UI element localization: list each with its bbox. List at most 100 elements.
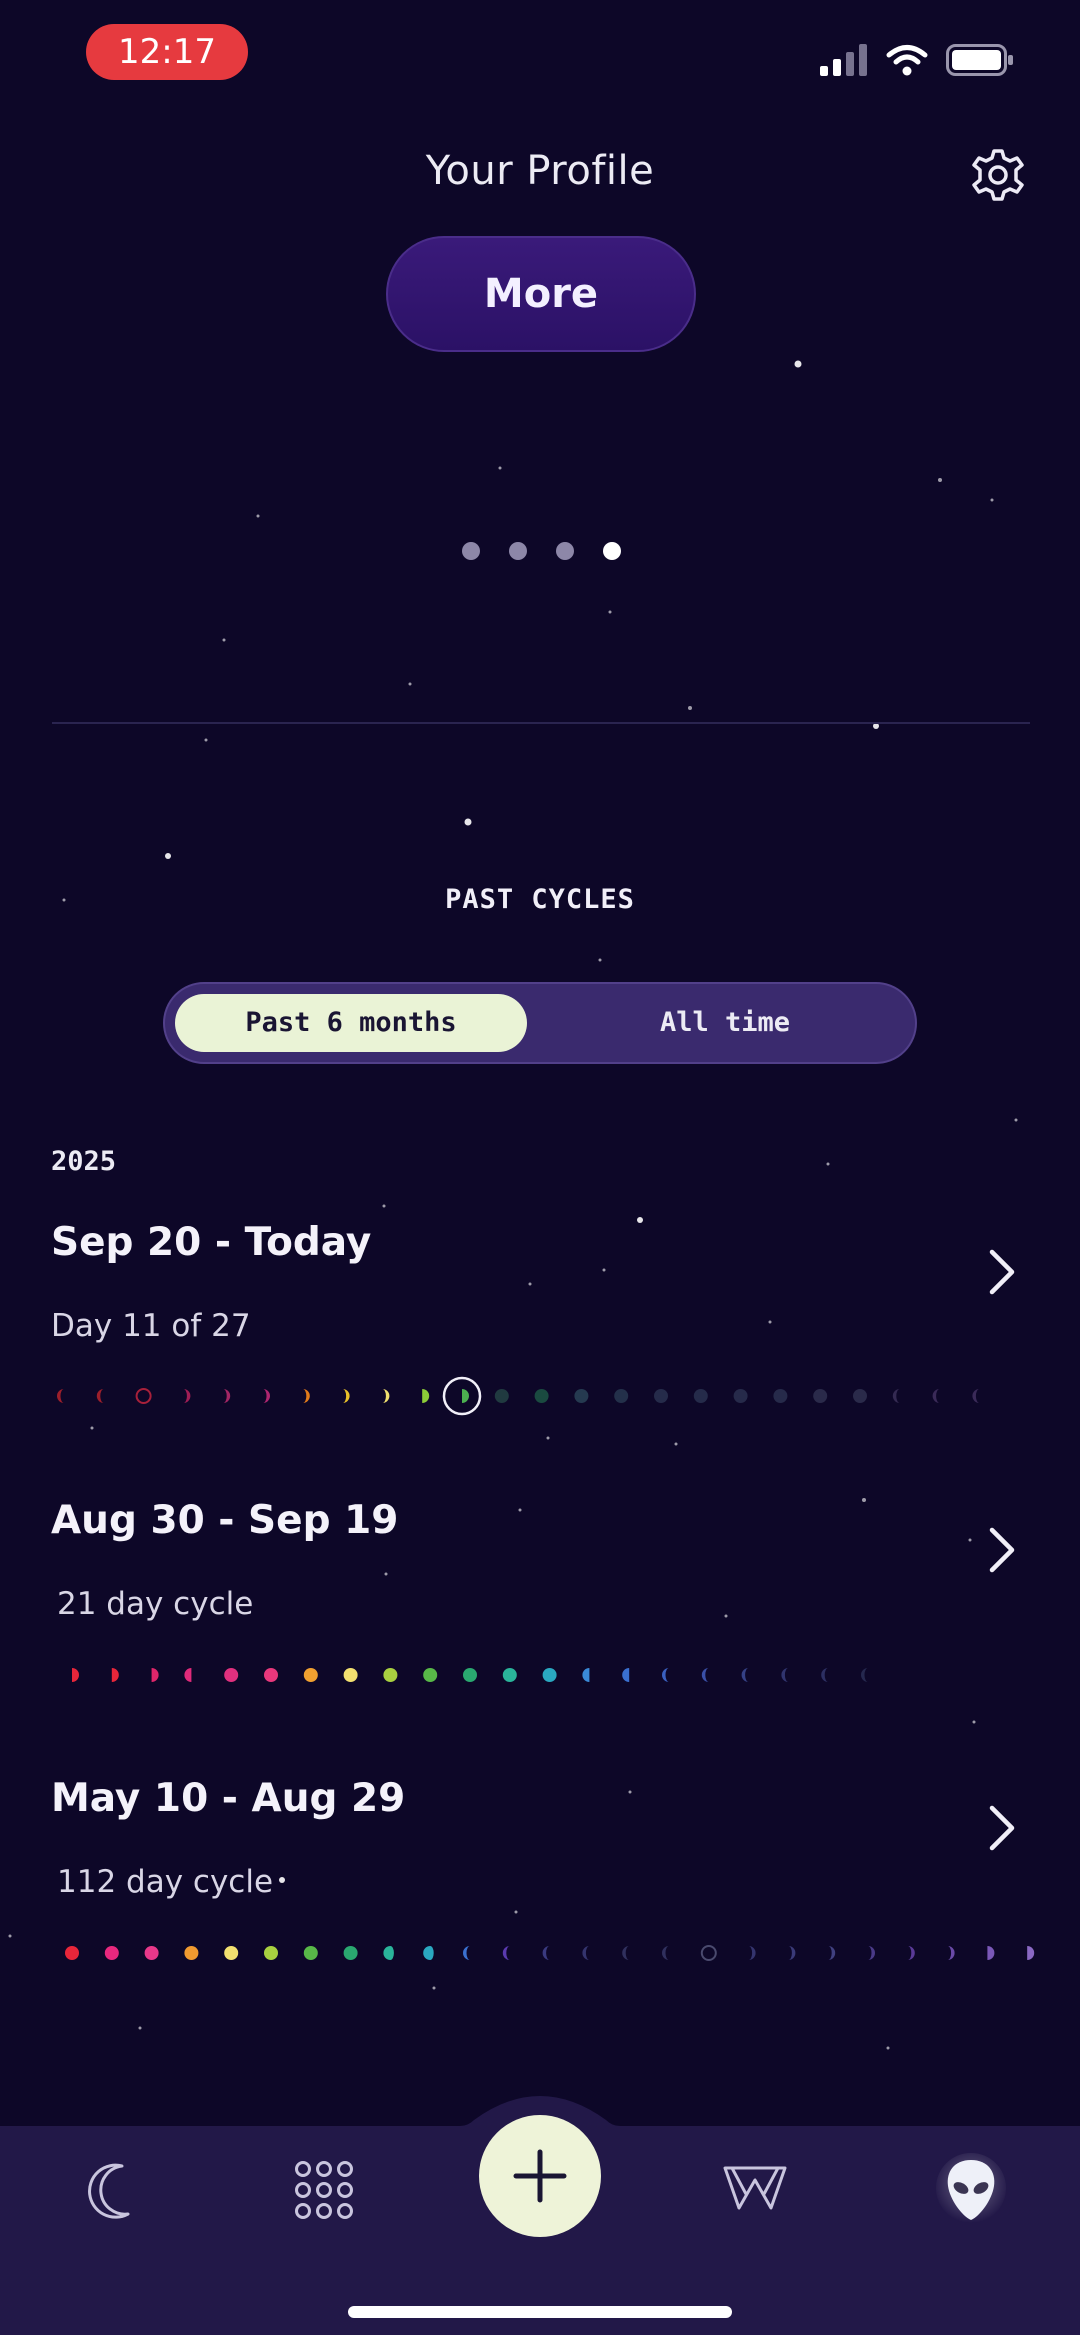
moon-phase-mark xyxy=(72,1668,79,1682)
cycle-title[interactable]: Sep 20 - Today xyxy=(51,1220,371,1265)
star xyxy=(724,1614,728,1618)
home-indicator[interactable] xyxy=(348,2306,732,2318)
moon-phase-mark xyxy=(733,1389,748,1403)
status-icons xyxy=(820,44,1014,76)
cycle-subtitle: 21 day cycle xyxy=(57,1586,254,1622)
star xyxy=(8,1934,12,1938)
moon-phase-mark xyxy=(462,1389,469,1403)
moon-phase-mark xyxy=(614,1389,629,1403)
wifi-icon xyxy=(886,45,928,76)
moon-phase-mark xyxy=(932,1389,940,1403)
moon-phase-mark xyxy=(693,1389,708,1403)
moon-phase-mark xyxy=(111,1668,119,1682)
moon-phase-mark xyxy=(781,1668,789,1682)
moon-phase-mark xyxy=(65,1946,79,1960)
moon-phase-mark xyxy=(382,1389,390,1403)
more-button[interactable]: More xyxy=(386,236,696,352)
dots-grid-icon[interactable] xyxy=(294,2160,354,2220)
star xyxy=(794,360,802,368)
star xyxy=(256,514,260,518)
chevron-right-icon[interactable] xyxy=(984,1246,1020,1298)
moon-phase-mark xyxy=(423,1946,434,1960)
moon-phase-mark xyxy=(542,1946,550,1960)
moon-phase-mark xyxy=(423,1668,438,1682)
cycle-subtitle: 112 day cycle xyxy=(57,1864,274,1900)
moon-phase-mark xyxy=(184,1946,199,1960)
star xyxy=(688,706,692,710)
status-time: 12:17 xyxy=(86,24,248,80)
moon-phase-mark xyxy=(263,1389,270,1403)
range-toggle[interactable]: Past 6 months All time xyxy=(163,982,917,1064)
moon-phase-mark xyxy=(773,1389,788,1403)
moon-phase-mark xyxy=(654,1389,668,1403)
star xyxy=(968,1538,972,1542)
range-option-past-6-months[interactable]: Past 6 months xyxy=(175,994,527,1052)
moon-phase-mark xyxy=(494,1389,509,1403)
signal-icon xyxy=(820,44,867,76)
moon-phase-mark xyxy=(144,1946,159,1960)
moon-phase-mark xyxy=(892,1389,900,1403)
moon-phase-mark xyxy=(907,1946,915,1960)
moon-phase-mark xyxy=(700,1945,717,1961)
page-dot-1[interactable] xyxy=(462,542,480,560)
star xyxy=(886,2046,890,2050)
divider xyxy=(52,722,1030,724)
moon-phase-mark xyxy=(135,1388,152,1404)
star xyxy=(990,498,994,502)
cycle-title[interactable]: May 10 - Aug 29 xyxy=(51,1776,405,1821)
star xyxy=(279,1877,285,1883)
page-dot-4[interactable] xyxy=(603,542,621,560)
moon-phase-mark xyxy=(57,1389,64,1403)
cycle-title[interactable]: Aug 30 - Sep 19 xyxy=(51,1498,398,1543)
cycle-subtitle: Day 11 of 27 xyxy=(51,1308,251,1344)
moon-phase-mark xyxy=(303,1946,318,1960)
star xyxy=(382,1204,386,1208)
page-dot-3[interactable] xyxy=(556,542,574,560)
star xyxy=(518,1508,522,1512)
moon-phase-mark xyxy=(868,1946,875,1960)
moon-phase-mark xyxy=(622,1668,630,1682)
moon-phase-mark xyxy=(343,1946,358,1960)
chevron-right-icon[interactable] xyxy=(984,1524,1020,1576)
moon-phase-mark xyxy=(662,1946,669,1960)
moon-phase-mark xyxy=(534,1389,549,1403)
moon-phase-mark xyxy=(383,1668,398,1682)
star xyxy=(514,1910,518,1914)
star xyxy=(165,853,171,859)
moon-phase-mark xyxy=(383,1946,394,1960)
moon-phase-mark xyxy=(748,1946,756,1960)
range-option-all-time[interactable]: All time xyxy=(545,994,905,1052)
gear-icon[interactable] xyxy=(968,145,1028,205)
w-icon[interactable] xyxy=(722,2164,788,2212)
moon-phase-mark xyxy=(622,1946,630,1960)
star xyxy=(528,1282,532,1286)
star xyxy=(628,1790,632,1794)
star xyxy=(138,2026,142,2030)
star xyxy=(862,1498,866,1502)
moon-phase-mark xyxy=(463,1946,470,1960)
moon-phase-mark xyxy=(987,1946,995,1960)
moon-phase-mark xyxy=(264,1946,278,1960)
star xyxy=(598,958,602,962)
moon-phase-mark xyxy=(947,1946,955,1960)
plus-icon[interactable] xyxy=(478,2114,602,2238)
moon-phase-mark xyxy=(861,1668,868,1682)
moon-icon[interactable] xyxy=(84,2160,140,2220)
moon-phase-mark xyxy=(224,1668,239,1682)
moon-phase-mark xyxy=(224,1946,239,1960)
page-indicator[interactable] xyxy=(462,542,621,560)
cycle-phase-row xyxy=(57,1376,980,1416)
moon-phase-mark xyxy=(701,1668,709,1682)
alien-icon[interactable] xyxy=(936,2152,1006,2228)
star xyxy=(546,1436,550,1440)
moon-phase-mark xyxy=(183,1389,191,1403)
star xyxy=(432,1986,436,1990)
page-dot-2[interactable] xyxy=(509,542,527,560)
star xyxy=(90,1426,94,1430)
star xyxy=(768,1320,772,1324)
moon-phase-mark xyxy=(662,1668,669,1682)
chevron-right-icon[interactable] xyxy=(984,1802,1020,1854)
moon-phase-mark xyxy=(343,1668,358,1682)
moon-phase-mark xyxy=(151,1668,159,1682)
moon-phase-mark xyxy=(264,1668,278,1682)
